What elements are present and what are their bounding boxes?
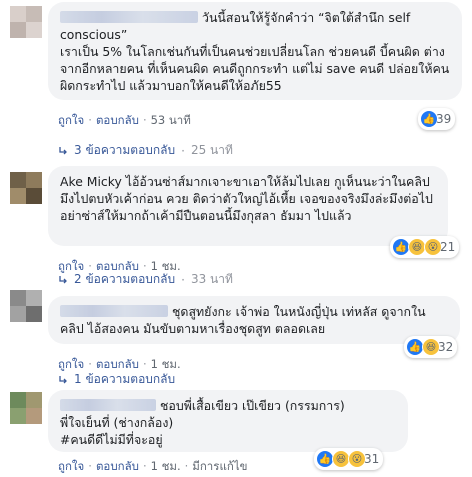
- view-replies-link[interactable]: 2 ข้อความตอบกลับ · 33 นาที: [58, 270, 233, 289]
- view-replies-link[interactable]: 3 ข้อความตอบกลับ · 25 นาที: [58, 141, 233, 160]
- view-replies-link[interactable]: 1 ข้อความตอบกลับ: [58, 370, 175, 389]
- reply-arrow-icon: [59, 375, 67, 383]
- author-name-redacted[interactable]: [60, 399, 156, 411]
- avatar-image: [10, 290, 42, 322]
- replies-count: 2 ข้อความตอบกลับ: [74, 272, 176, 286]
- avatar-image: [10, 6, 42, 38]
- timestamp[interactable]: 1 ชม.: [151, 459, 181, 473]
- comment-actions: ถูกใจ · ตอบกลับ · 1 ชม. · มีการแก้ไข: [58, 459, 248, 473]
- reaction-summary[interactable]: 👍 😆 😮 31: [314, 448, 384, 470]
- reply-arrow-icon: [59, 275, 67, 283]
- replies-dot: ·: [181, 143, 185, 158]
- comment-bubble: ชุดสูทยังกะ เจ้าพ่อ ในหนังญี่ปุ่น เท่หลั…: [48, 296, 460, 344]
- like-link[interactable]: ถูกใจ: [58, 459, 84, 473]
- reply-arrow-icon: [59, 146, 67, 154]
- avatar[interactable]: [10, 290, 42, 322]
- timestamp[interactable]: 53 นาที: [151, 113, 191, 127]
- avatar[interactable]: [10, 392, 42, 424]
- avatar[interactable]: [10, 172, 42, 204]
- reaction-count: 39: [436, 112, 452, 126]
- comment-actions: ถูกใจ · ตอบกลับ · 53 นาที: [58, 113, 191, 127]
- replies-time: 25 นาที: [190, 143, 233, 157]
- edited-label[interactable]: มีการแก้ไข: [192, 459, 247, 473]
- reaction-summary[interactable]: 👍 😆 32: [404, 336, 458, 358]
- replies-time: 33 นาที: [190, 272, 233, 286]
- comment-text: Ake Micky ไอ้อ้วนซ่าส์มากเจาะขาเอาให้ล้ม…: [60, 174, 433, 223]
- avatar-image: [10, 392, 42, 424]
- reply-link[interactable]: ตอบกลับ: [96, 113, 139, 127]
- author-name-redacted[interactable]: [60, 305, 168, 317]
- replies-dot: ·: [181, 272, 185, 287]
- reply-link[interactable]: ตอบกลับ: [96, 357, 139, 371]
- reaction-summary[interactable]: 👍 😆 😮 21: [390, 236, 460, 258]
- avatar-image: [10, 172, 42, 204]
- reaction-summary[interactable]: 👍 39: [418, 108, 456, 130]
- author-name-redacted[interactable]: [60, 11, 198, 23]
- comment-bubble: Ake Micky ไอ้อ้วนซ่าส์มากเจาะขาเอาให้ล้ม…: [48, 166, 448, 246]
- comment-bubble: ชอบพี่เสื้อเขียว เป๊เขียว (กรรมการ) พี่ใ…: [48, 390, 408, 452]
- reply-link[interactable]: ตอบกลับ: [96, 459, 139, 473]
- replies-count: 3 ข้อความตอบกลับ: [74, 143, 176, 157]
- reaction-count: 32: [438, 340, 454, 354]
- reaction-count: 31: [364, 452, 380, 466]
- like-link[interactable]: ถูกใจ: [58, 113, 84, 127]
- replies-count: 1 ข้อความตอบกลับ: [74, 372, 176, 386]
- comment-bubble: วันนี้สอนให้รู้จักคำว่า “จิตใต้สำนึก sel…: [48, 2, 462, 100]
- timestamp[interactable]: 1 ชม.: [151, 357, 181, 371]
- like-link[interactable]: ถูกใจ: [58, 357, 84, 371]
- avatar[interactable]: [10, 6, 42, 38]
- reaction-count: 21: [440, 240, 456, 254]
